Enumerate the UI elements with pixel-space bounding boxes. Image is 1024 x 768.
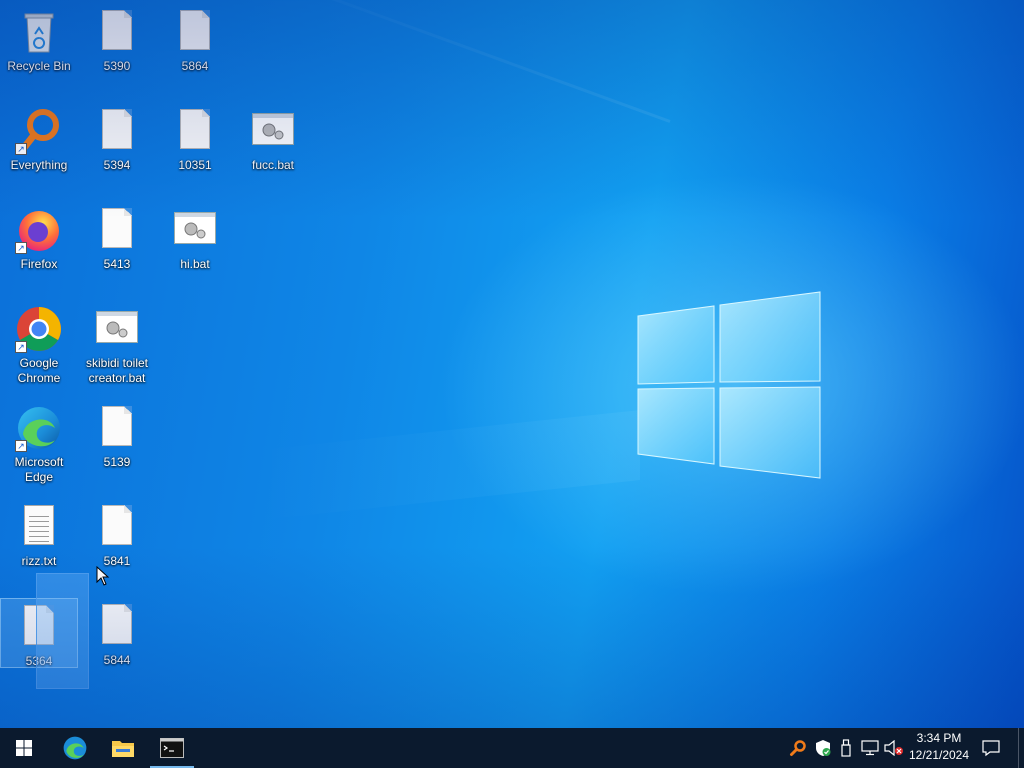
desktop-icon-label: 5394 [103,158,131,172]
clock-date: 12/21/2024 [908,748,970,762]
desktop-icon-label: Firefox [20,257,58,271]
terminal-icon [160,738,184,758]
show-desktop-button[interactable] [1018,728,1024,768]
desktop-icon-label: 5139 [103,455,131,469]
usb-icon[interactable] [836,738,856,758]
desktop-icon-label: 5390 [103,59,131,73]
desktop-icon-label: hi.bat [180,257,210,271]
folder-icon [112,741,134,757]
desktop-icon-label: 10351 [178,158,212,172]
taskbar-command-prompt-button[interactable] [148,728,196,768]
shortcut-arrow-icon: ↗ [15,440,27,452]
desktop-icon-file-5841[interactable]: 5841 [78,499,156,569]
windows-wallpaper-logo [637,291,821,479]
desktop-icon-file-10351[interactable]: 10351 [156,103,234,173]
desktop-icon-file-5390[interactable]: 5390 [78,4,156,74]
edge-icon: ↗ [15,404,63,452]
edge-icon [63,736,87,760]
batch-file-icon [249,107,297,155]
everything-tray-icon[interactable] [788,738,808,758]
shortcut-arrow-icon: ↗ [15,242,27,254]
text-file-icon [15,503,63,551]
desktop-icon-label: Everything [10,158,68,172]
desktop-icon-file-5864[interactable]: 5864 [156,4,234,74]
desktop[interactable]: Recycle Bin 5390 5864 ↗ Everything 5394 … [0,0,1024,728]
blank-file-icon [171,8,219,56]
shortcut-arrow-icon: ↗ [15,143,27,155]
desktop-icon-everything[interactable]: ↗ Everything [0,103,78,173]
desktop-icon-hi-bat[interactable]: hi.bat [156,202,234,272]
desktop-icon-recycle-bin[interactable]: Recycle Bin [0,4,78,74]
light-beam [260,410,640,520]
desktop-icon-google-chrome[interactable]: ↗ Google Chrome [0,301,78,386]
clock-time: 3:34 PM [916,731,962,745]
taskbar-file-explorer-button[interactable] [99,728,147,768]
blank-file-icon [93,8,141,56]
firefox-icon: ↗ [15,206,63,254]
blank-file-icon [93,107,141,155]
action-center-button[interactable] [968,728,1014,768]
blank-file-icon [93,404,141,452]
desktop-icon-label: Microsoft Edge [14,455,64,484]
desktop-icon-skibidi-toilet-creator-bat[interactable]: skibidi toilet creator.bat [78,301,156,386]
network-icon[interactable] [860,738,880,758]
shortcut-arrow-icon: ↗ [15,341,27,353]
desktop-icon-fucc-bat[interactable]: fucc.bat [234,103,312,173]
clock[interactable]: 3:34 PM 12/21/2024 [905,730,973,766]
desktop-icon-label: 5413 [103,257,131,271]
taskbar: 3:34 PM 12/21/2024 [0,728,1024,768]
selection-rectangle [36,573,89,689]
desktop-icon-label: 5841 [103,554,131,568]
desktop-icon-label: 5844 [103,653,131,667]
desktop-icon-label: fucc.bat [251,158,295,172]
windows-start-icon [16,740,32,756]
desktop-icon-label: skibidi toilet creator.bat [85,356,149,385]
desktop-icon-firefox[interactable]: ↗ Firefox [0,202,78,272]
start-button[interactable] [0,728,48,768]
security-shield-icon[interactable] [813,738,833,758]
blank-file-icon [171,107,219,155]
everything-search-icon: ↗ [15,107,63,155]
blank-file-icon [93,503,141,551]
desktop-icon-label: Recycle Bin [7,59,71,73]
volume-muted-icon[interactable] [884,738,904,758]
desktop-icon-file-5413[interactable]: 5413 [78,202,156,272]
desktop-icon-label: 5864 [181,59,209,73]
blank-file-icon [93,206,141,254]
desktop-icon-rizz-txt[interactable]: rizz.txt [0,499,78,569]
batch-file-icon [171,206,219,254]
desktop-icon-file-5139[interactable]: 5139 [78,400,156,470]
taskbar-edge-button[interactable] [51,728,99,768]
desktop-icon-microsoft-edge[interactable]: ↗ Microsoft Edge [0,400,78,485]
desktop-icon-file-5844[interactable]: 5844 [78,598,156,668]
desktop-icon-label: Google Chrome [17,356,61,385]
notification-icon [982,740,1000,757]
desktop-icon-file-5394[interactable]: 5394 [78,103,156,173]
chrome-icon: ↗ [15,305,63,353]
mouse-cursor-icon [96,566,110,586]
recycle-bin-icon [15,8,63,56]
batch-file-icon [93,305,141,353]
desktop-icon-label: rizz.txt [21,554,57,568]
blank-file-icon [93,602,141,650]
